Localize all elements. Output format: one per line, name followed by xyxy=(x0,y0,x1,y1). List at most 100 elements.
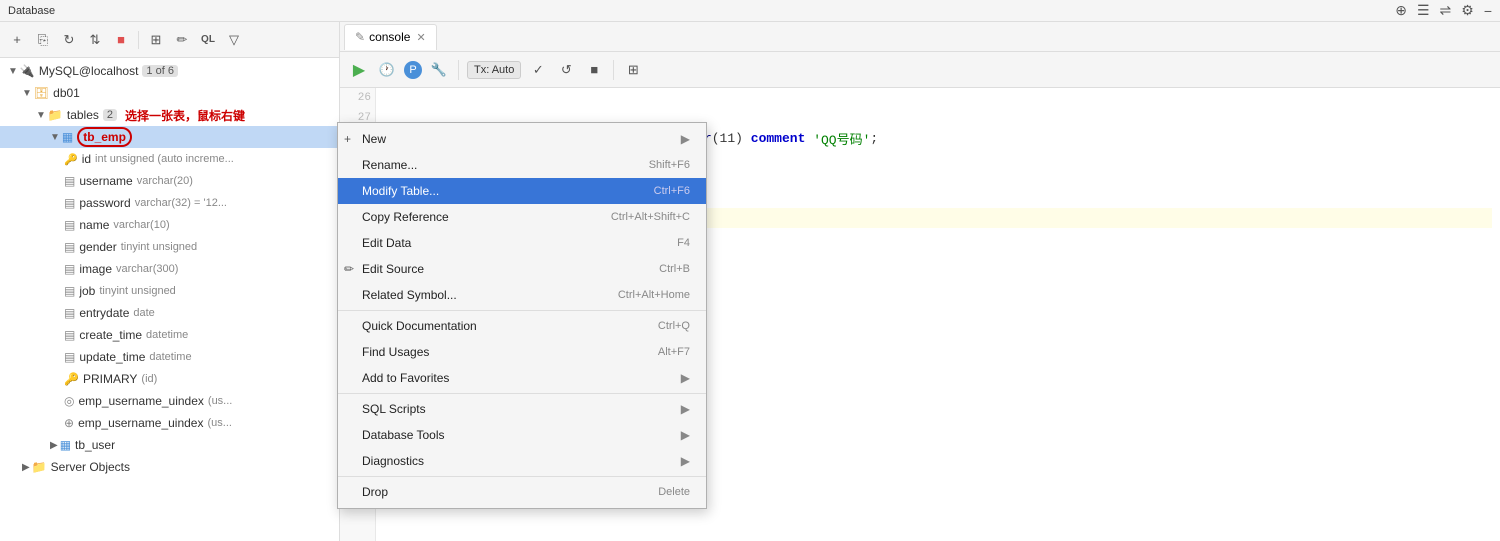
add-button[interactable]: + xyxy=(6,29,28,51)
server-objects-icon: 📁 xyxy=(32,460,47,474)
tx-badge[interactable]: Tx: Auto xyxy=(467,61,521,79)
filter-button[interactable]: ⇅ xyxy=(84,29,106,51)
server-objects-item[interactable]: ▶ 📁 Server Objects xyxy=(0,456,339,478)
tb-user-item[interactable]: ▶ ▦ tb_user xyxy=(0,434,339,456)
tb-emp-icon: ▦ xyxy=(62,130,73,144)
col-update-time[interactable]: ▤ update_time datetime xyxy=(0,346,339,368)
ctx-rename-shortcut: Shift+F6 xyxy=(629,159,690,171)
col-image-name: image xyxy=(79,262,112,276)
ctx-drop[interactable]: Drop Delete xyxy=(338,479,706,505)
tb-user-icon: ▦ xyxy=(60,438,71,452)
col-entrydate[interactable]: ▤ entrydate date xyxy=(0,302,339,324)
col-create-time-type: datetime xyxy=(146,329,188,341)
col-job-icon: ▤ xyxy=(64,284,75,298)
ctx-diagnostics[interactable]: Diagnostics ▶ xyxy=(338,448,706,474)
ctx-find-usages[interactable]: Find Usages Alt+F7 xyxy=(338,339,706,365)
idx-2[interactable]: ⊕ emp_username_uindex (us... xyxy=(0,412,339,434)
ctx-quick-doc[interactable]: Quick Documentation Ctrl+Q xyxy=(338,313,706,339)
ctx-modify-table-shortcut: Ctrl+F6 xyxy=(634,185,690,197)
kw-comment: comment xyxy=(751,131,806,146)
col-password[interactable]: ▤ password varchar(32) = '12... xyxy=(0,192,339,214)
undo-icon[interactable]: ↺ xyxy=(555,59,577,81)
ctx-new[interactable]: + New ▶ xyxy=(338,126,706,152)
wrench-icon[interactable]: 🔧 xyxy=(428,59,450,81)
col-id-name: id xyxy=(82,152,91,166)
check-icon[interactable]: ✓ xyxy=(527,59,549,81)
ctx-find-usages-label: Find Usages xyxy=(362,345,429,359)
col-entrydate-name: entrydate xyxy=(79,306,129,320)
tables-label: tables xyxy=(67,108,99,122)
refresh-button[interactable]: ↻ xyxy=(58,29,80,51)
ctx-edit-data-label: Edit Data xyxy=(362,236,411,250)
ctx-rename[interactable]: Rename... Shift+F6 xyxy=(338,152,706,178)
col-username[interactable]: ▤ username varchar(20) xyxy=(0,170,339,192)
db-item[interactable]: ▼ 🗄 db01 xyxy=(0,82,339,104)
ctx-drop-label: Drop xyxy=(362,485,388,499)
ctx-edit-data[interactable]: Edit Data F4 xyxy=(338,230,706,256)
ctx-add-favorites[interactable]: Add to Favorites ▶ xyxy=(338,365,706,391)
col-update-time-type: datetime xyxy=(149,351,191,363)
col-password-name: password xyxy=(79,196,130,210)
col-entrydate-type: date xyxy=(133,307,154,319)
grid-icon[interactable]: ⊞ xyxy=(622,59,644,81)
stop-button[interactable]: ■ xyxy=(110,29,132,51)
db-icon: 🗄 xyxy=(34,86,49,100)
globe-icon[interactable]: ⊕ xyxy=(1395,2,1407,19)
ctx-sep-2 xyxy=(338,393,706,394)
server-objects-chevron: ▶ xyxy=(22,462,30,473)
col-image-icon: ▤ xyxy=(64,262,75,276)
ctx-edit-source-icon: ✏ xyxy=(344,262,354,276)
align-icon[interactable]: ☰ xyxy=(1417,2,1430,19)
ctx-db-tools[interactable]: Database Tools ▶ xyxy=(338,422,706,448)
ctx-diagnostics-label: Diagnostics xyxy=(362,454,424,468)
connection-icon: 🔌 xyxy=(20,64,35,78)
col-name-type: varchar(10) xyxy=(113,219,169,231)
ctx-sql-scripts[interactable]: SQL Scripts ▶ xyxy=(338,396,706,422)
col-username-type: varchar(20) xyxy=(137,175,193,187)
minimize-icon[interactable]: − xyxy=(1484,3,1492,19)
col-gender-name: gender xyxy=(79,240,116,254)
col-create-time[interactable]: ▤ create_time datetime xyxy=(0,324,339,346)
tables-folder[interactable]: ▼ 📁 tables 2 选择一张表，鼠标右键 xyxy=(0,104,339,126)
col-gender-type: tinyint unsigned xyxy=(121,241,197,253)
connection-item[interactable]: ▼ 🔌 MySQL@localhost 1 of 6 xyxy=(0,60,339,82)
ctx-copy-ref[interactable]: Copy Reference Ctrl+Alt+Shift+C xyxy=(338,204,706,230)
tab-close-btn[interactable]: ✕ xyxy=(416,31,425,44)
idx-1[interactable]: ◎ emp_username_uindex (us... xyxy=(0,390,339,412)
ql-button[interactable]: QL xyxy=(197,29,219,51)
col-id[interactable]: 🔑 id int unsigned (auto increme... xyxy=(0,148,339,170)
ctx-edit-source-shortcut: Ctrl+B xyxy=(639,263,690,275)
ctx-related-symbol[interactable]: Related Symbol... Ctrl+Alt+Home xyxy=(338,282,706,308)
split-icon[interactable]: ⇌ xyxy=(1440,2,1452,19)
run-button[interactable]: ▶ xyxy=(348,59,370,81)
tb-emp-item[interactable]: ▼ ▦ tb_emp xyxy=(0,126,339,148)
key-primary[interactable]: 🔑 PRIMARY (id) xyxy=(0,368,339,390)
edit-button[interactable]: ✏ xyxy=(171,29,193,51)
col-name[interactable]: ▤ name varchar(10) xyxy=(0,214,339,236)
code-line-26 xyxy=(384,88,1492,108)
filter2-button[interactable]: ▽ xyxy=(223,29,245,51)
ctx-edit-source[interactable]: ✏ Edit Source Ctrl+B xyxy=(338,256,706,282)
idx-2-icon: ⊕ xyxy=(64,416,74,430)
tree-area[interactable]: ▼ 🔌 MySQL@localhost 1 of 6 ▼ 🗄 db01 ▼ 📁 … xyxy=(0,58,339,541)
left-panel: + ⎘ ↻ ⇅ ■ ⊞ ✏ QL ▽ ▼ 🔌 MySQL@localhost 1… xyxy=(0,22,340,541)
table-button[interactable]: ⊞ xyxy=(145,29,167,51)
ctx-add-favorites-label: Add to Favorites xyxy=(362,371,449,385)
settings-icon[interactable]: ⚙ xyxy=(1461,2,1474,19)
idx-1-detail: (us... xyxy=(208,395,232,407)
history-icon[interactable]: 🕐 xyxy=(376,59,398,81)
profile-icon[interactable]: P xyxy=(404,61,422,79)
copy-button[interactable]: ⎘ xyxy=(32,29,54,51)
console-tab[interactable]: ✎ console ✕ xyxy=(344,24,437,50)
col-job[interactable]: ▤ job tinyint unsigned xyxy=(0,280,339,302)
idx-1-name: emp_username_uindex xyxy=(78,394,203,408)
db-label: db01 xyxy=(53,86,80,100)
stop-icon[interactable]: ■ xyxy=(583,59,605,81)
ctx-modify-table[interactable]: Modify Table... Ctrl+F6 xyxy=(338,178,706,204)
col-gender[interactable]: ▤ gender tinyint unsigned xyxy=(0,236,339,258)
col-id-icon: 🔑 xyxy=(64,153,78,166)
col-image[interactable]: ▤ image varchar(300) xyxy=(0,258,339,280)
col-create-time-name: create_time xyxy=(79,328,142,342)
tables-chevron: ▼ xyxy=(36,110,46,121)
col-name-name: name xyxy=(79,218,109,232)
